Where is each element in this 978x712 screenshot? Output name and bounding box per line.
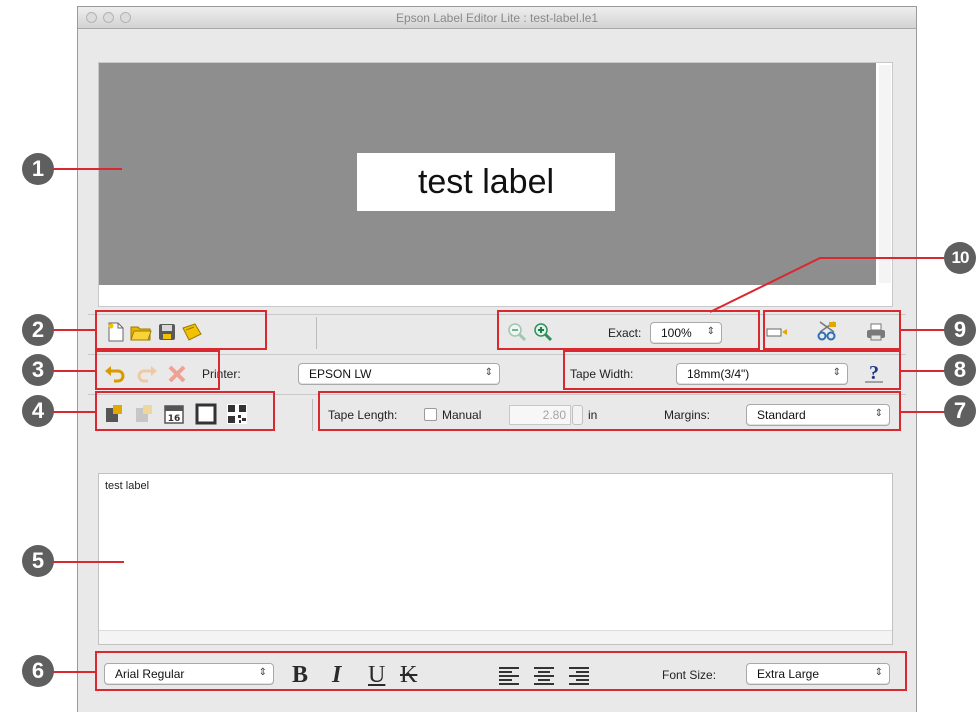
callout-10-leader — [709, 257, 944, 313]
callout-10: 10 — [944, 242, 976, 274]
